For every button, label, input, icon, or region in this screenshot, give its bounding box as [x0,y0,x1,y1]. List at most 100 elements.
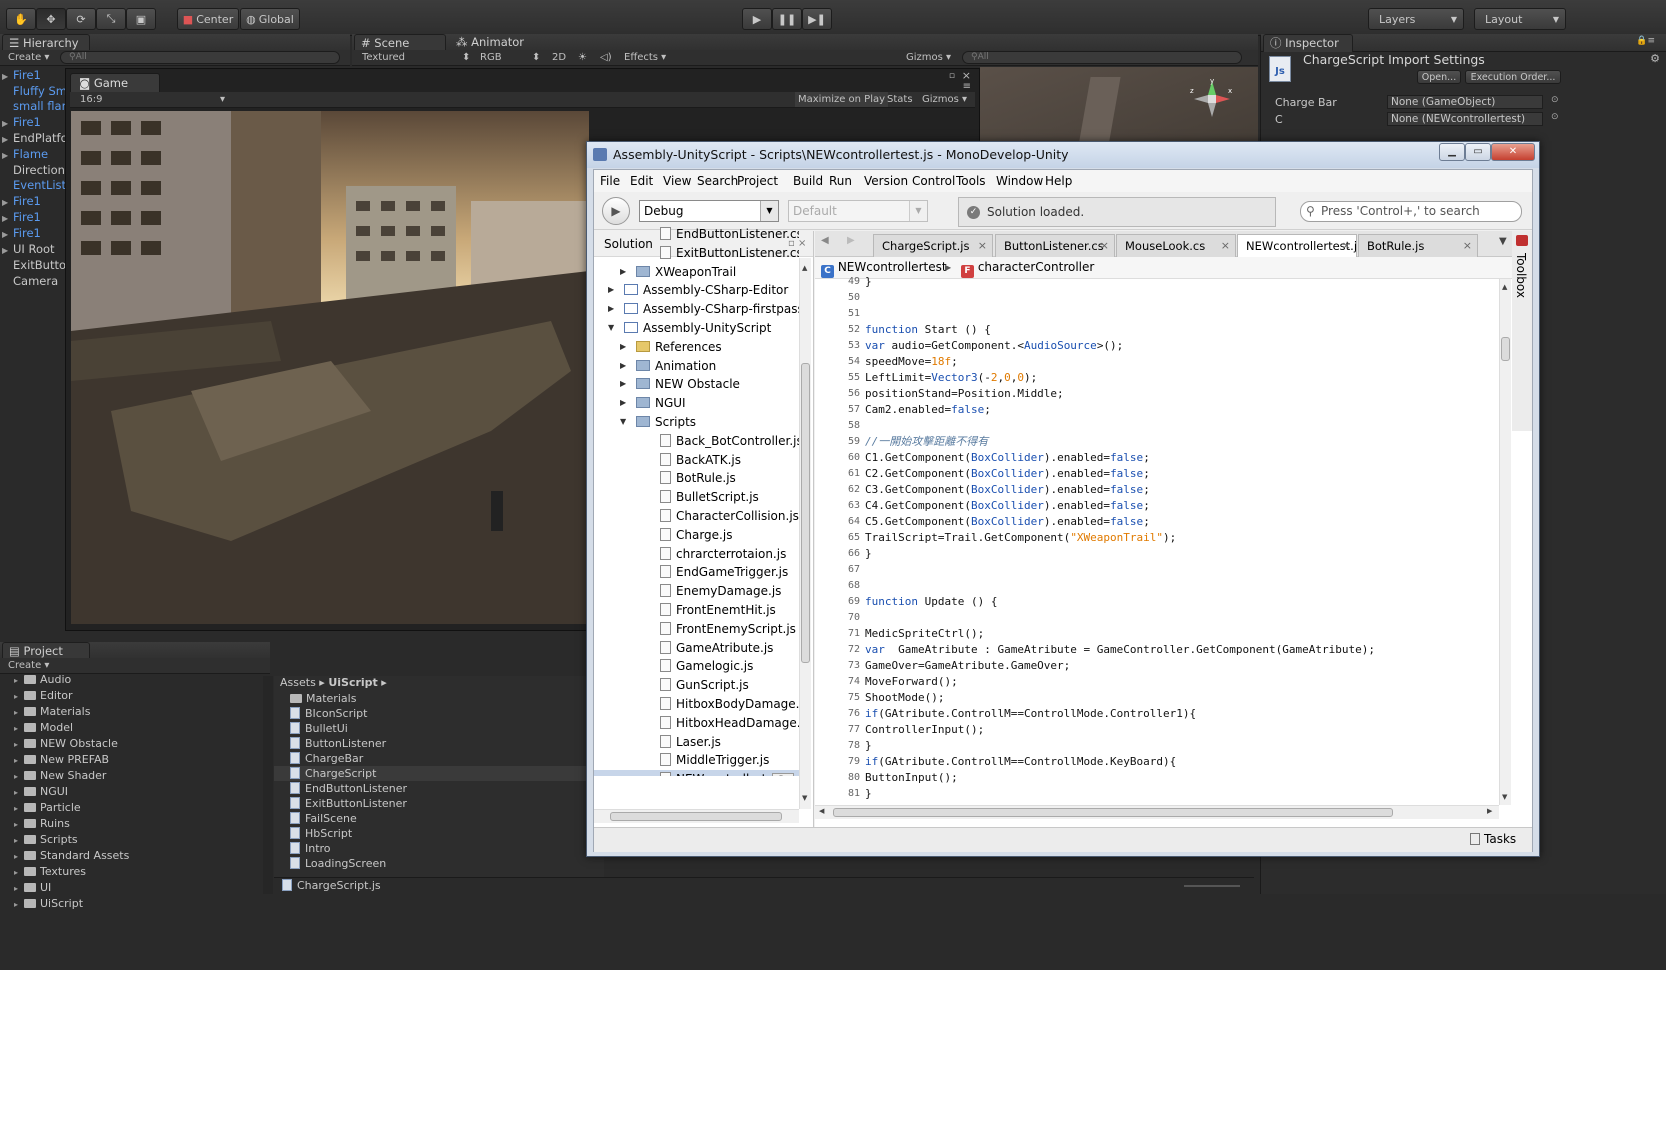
scene-gizmo-icon[interactable]: y x z [1190,77,1234,121]
asset-item[interactable]: ChargeScript [274,766,604,781]
inspector-settings-icon[interactable]: ⚙ [1650,52,1660,65]
tasks-button[interactable]: Tasks [1470,832,1516,846]
code-area[interactable]: 49} 50 51 52 function Start () {53 var audio=… [815,274,1505,800]
project-folder[interactable]: ▸ NGUI [0,784,262,800]
solution-tree-item[interactable]: ▶ References [594,338,799,357]
maximize-button[interactable]: ▭ [1465,143,1491,161]
shading-dropdown[interactable]: Textured ⬍ [362,50,472,65]
expand-arrow-icon[interactable]: ▸ [14,817,24,832]
hierarchy-item[interactable]: ▶ Flame [0,147,65,163]
solution-tree-item[interactable]: chrarcterrotaion.js [594,545,799,564]
menu-item[interactable]: Version Control [864,170,955,192]
hierarchy-item[interactable]: Camera [0,274,65,289]
expand-arrow-icon[interactable]: ▸ [14,721,24,736]
breadcrumb-uiscript[interactable]: UiScript [328,676,377,689]
step-button[interactable]: ▶❚ [802,8,832,30]
asset-item[interactable]: HbScript [274,826,604,841]
stats-toggle[interactable]: Stats [887,92,913,107]
menu-item[interactable]: Tools [956,170,986,192]
solution-tree-item[interactable]: EnemyDamage.js [594,582,799,601]
close-tab-icon[interactable]: × [978,235,987,257]
editor-vscroll-thumb[interactable] [1501,337,1510,361]
project-folder[interactable]: ▸ Textures [0,864,262,880]
hierarchy-item[interactable]: ▶ Fire1 [0,194,65,210]
solution-tree-item[interactable]: NEWcontrollertest.js⚙▾ [594,770,799,776]
expand-arrow-icon[interactable]: ▶ [2,69,13,84]
play-button[interactable]: ▶ [742,8,772,30]
gizmos-dropdown[interactable]: Gizmos ▾ [906,50,951,65]
expand-arrow-icon[interactable]: ▶ [620,394,626,413]
render-mode-dropdown[interactable]: RGB ⬍ [480,50,540,65]
asset-item[interactable]: LoadingScreen [274,856,604,871]
breadcrumb-assets[interactable]: Assets [280,676,316,689]
asset-item[interactable]: EndButtonListener [274,781,604,796]
maximize-on-play-toggle[interactable]: Maximize on Play [795,92,889,107]
asset-item[interactable]: FailScene [274,811,604,826]
game-maximize-icon[interactable]: ▫ [949,71,955,81]
hierarchy-item[interactable]: ▶ EndPlatfo [0,131,65,147]
object-picker-icon[interactable]: ⊙ [1551,112,1559,122]
solution-tree-item[interactable]: ▼ Scripts [594,413,799,432]
expand-arrow-icon[interactable]: ▸ [14,673,24,688]
menu-item[interactable]: Window [996,170,1043,192]
solution-tree-item[interactable]: Charge.js [594,526,799,545]
expand-arrow-icon[interactable]: ▶ [2,243,13,258]
menu-item[interactable]: View [663,170,691,192]
tab-scroll-left-icon[interactable]: ◀ [821,235,829,246]
menu-item[interactable]: Build [793,170,823,192]
object-field[interactable]: None (NEWcontrollertest) [1387,112,1543,126]
expand-arrow-icon[interactable]: ▶ [2,116,13,131]
expand-arrow-icon[interactable]: ▸ [14,705,24,720]
inspector-lock-icon[interactable]: 🔒≡ [1636,36,1655,46]
rect-tool-icon[interactable]: ▣ [126,8,156,30]
pivot-button[interactable]: ■ Center [177,8,239,30]
project-folder[interactable]: ▸ Audio [0,672,262,688]
menu-item[interactable]: Project [737,170,778,192]
space-button[interactable]: ◍ Global [240,8,300,30]
editor-tab[interactable]: ChargeScript.js × [873,234,993,257]
expand-arrow-icon[interactable]: ▸ [14,897,24,912]
solution-tree-item[interactable]: ▶ Animation [594,357,799,376]
project-folder[interactable]: ▸ Editor [0,688,262,704]
hierarchy-item[interactable]: ▶ Fire1 [0,115,65,131]
scale-tool-icon[interactable]: ⤡ [96,8,126,30]
solution-tree-item[interactable]: BackATK.js [594,451,799,470]
tab-list-icon[interactable]: ▼ [1499,236,1507,247]
lighting-icon[interactable]: ☀ [578,50,587,65]
solution-tree-item[interactable]: ▶ Assembly-CSharp-Editor [594,281,799,300]
move-tool-icon[interactable]: ✥ [36,8,66,30]
menu-item[interactable]: Edit [630,170,653,192]
tab-game[interactable]: ◙ Game [70,73,160,93]
pause-button[interactable]: ❚❚ [772,8,802,30]
solution-tree-item[interactable]: ▶ XWeaponTrail [594,263,799,282]
solution-tree-item[interactable]: EndGameTrigger.js [594,563,799,582]
editor-hscrollbar[interactable]: ◀ ▶ [815,805,1499,819]
solution-tree-item[interactable]: GameAtribute.js [594,639,799,658]
audio-icon[interactable]: ◁) [600,50,612,65]
project-tree-scrollbar[interactable] [263,676,273,894]
game-menu-icon[interactable]: ≡ [963,81,971,92]
expand-arrow-icon[interactable]: ▶ [2,148,13,163]
expand-arrow-icon[interactable]: ▶ [620,263,626,282]
project-folder[interactable]: ▸ Scripts [0,832,262,848]
minimize-button[interactable]: ▁ [1439,143,1465,161]
asset-item[interactable]: Materials [274,691,604,706]
menu-item[interactable]: Search [697,170,738,192]
game-viewport-image[interactable] [71,111,589,624]
hierarchy-item[interactable]: ▶ Fire1 [0,68,65,84]
collapse-arrow-icon[interactable]: ▼ [620,413,626,432]
hierarchy-item[interactable]: ▶ UI Root [0,242,65,258]
editor-tab[interactable]: ButtonListener.cs × [995,234,1115,257]
solution-tree-item[interactable]: ▶ Assembly-CSharp-firstpass [594,300,799,319]
open-button[interactable]: Open... [1417,70,1461,84]
expand-arrow-icon[interactable]: ▸ [14,689,24,704]
configuration-dropdown[interactable]: Debug ▼ [639,200,779,222]
object-field[interactable]: None (GameObject) [1387,95,1543,109]
tab-inspector[interactable]: ⓘ Inspector [1263,34,1353,52]
tab-scroll-right-icon[interactable]: ▶ [847,235,855,246]
hierarchy-item[interactable]: small flar [0,99,65,114]
asset-item[interactable]: ButtonListener [274,736,604,751]
expand-arrow-icon[interactable]: ▸ [14,801,24,816]
project-folder[interactable]: ▸ Standard Assets [0,848,262,864]
thumbnail-size-slider[interactable] [1184,885,1240,887]
